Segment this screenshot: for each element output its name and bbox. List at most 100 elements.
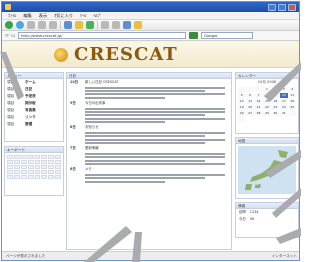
calendar-day[interactable]: 24 [280,105,288,110]
keyboard-key[interactable] [48,165,55,169]
keyboard-key[interactable] [55,155,61,159]
keyboard-key[interactable] [13,160,20,164]
calendar-day[interactable]: 21 [254,105,263,110]
messenger-icon[interactable] [134,21,142,29]
address-input[interactable]: http://www.crescat.jp/ [18,32,186,39]
list-item[interactable]: 項目 掲示板 [5,100,63,107]
close-button[interactable] [288,3,296,11]
keyboard-key[interactable] [34,155,41,159]
keyboard-key[interactable] [20,155,27,159]
keyboard-key[interactable] [55,170,61,174]
map-image[interactable] [238,146,296,194]
calendar-day[interactable]: 11 [288,93,296,98]
history-icon[interactable] [86,21,94,29]
menu-tools[interactable]: ﾂｰﾙ [80,13,86,19]
keyboard-key[interactable] [13,170,20,174]
calendar-day[interactable]: 9 [271,93,280,98]
list-item[interactable]: 項目 予定表 [5,93,63,100]
print-icon[interactable] [112,21,120,29]
keyboard-key[interactable] [34,170,41,174]
maximize-button[interactable] [278,3,286,11]
list-item[interactable]: 項目 写真集 [5,107,63,114]
keyboard-key[interactable] [48,160,55,164]
diary-entry[interactable]: 7日 更新情報 [67,145,231,152]
keyboard-key[interactable] [55,165,61,169]
back-button-icon[interactable] [5,21,13,29]
list-item[interactable]: 項目 管理 [5,121,63,128]
calendar-day[interactable]: 28 [254,111,263,116]
keyboard-key[interactable] [41,160,48,164]
keyboard-key[interactable] [13,175,20,179]
stop-icon[interactable] [27,21,35,29]
calendar-day[interactable]: 8 [263,93,271,98]
keyboard-key[interactable] [55,175,61,179]
calendar-day[interactable]: 12 [238,99,246,104]
keyboard-key[interactable] [27,155,34,159]
diary-entry[interactable]: 6日 メモ [67,166,231,173]
minimize-button[interactable] [268,3,276,11]
calendar-day[interactable]: 13 [246,99,254,104]
menu-file[interactable]: ﾌｧｲﾙ [8,13,16,19]
keyboard-key[interactable] [34,165,41,169]
keyboard-key[interactable] [41,165,48,169]
calendar-day[interactable]: 3 [280,87,288,92]
calendar-day[interactable]: 14 [254,99,263,104]
keyboard-key[interactable] [34,160,41,164]
keyboard-key[interactable] [7,160,13,164]
calendar-day[interactable]: 18 [288,99,296,104]
keyboard-key[interactable] [41,170,48,174]
calendar-day[interactable]: 26 [238,111,246,116]
keyboard-key[interactable] [48,175,55,179]
keyboard-key[interactable] [48,155,55,159]
keyboard-key[interactable] [20,165,27,169]
calendar-day[interactable]: 16 [271,99,280,104]
diary-entry[interactable]: 9日 今日の出来事 [67,100,231,107]
calendar-day[interactable]: 4 [288,87,296,92]
keyboard-key[interactable] [55,160,61,164]
calendar-day[interactable]: 19 [238,105,246,110]
calendar-day[interactable]: 25 [288,105,296,110]
keyboard-key[interactable] [27,165,34,169]
diary-entry[interactable]: 8日 お知らせ [67,124,231,131]
menu-view[interactable]: 表示 [39,13,47,19]
calendar-day[interactable]: 15 [263,99,271,104]
menu-favorites[interactable]: ｵ気に入り [54,13,73,19]
calendar-day[interactable]: 17 [280,99,288,104]
calendar-day[interactable]: 5 [238,93,246,98]
list-item[interactable]: 項目 リンク [5,114,63,121]
diary-entry[interactable]: 10日 新しい日記 CRESCAT [67,79,231,86]
calendar-day[interactable]: 1 [263,87,271,92]
search-input[interactable]: Google [201,32,253,39]
calendar-day[interactable]: 22 [263,105,271,110]
list-item[interactable]: 項目 ホーム [5,79,63,86]
keyboard-key[interactable] [20,170,27,174]
menu-edit[interactable]: 編集 [23,13,31,19]
refresh-icon[interactable] [38,21,46,29]
mail-icon[interactable] [101,21,109,29]
keyboard-key[interactable] [27,170,34,174]
calendar-day[interactable]: 7 [254,93,263,98]
keyboard-key[interactable] [7,175,13,179]
keyboard-key[interactable] [41,175,48,179]
calendar-day[interactable]: 20 [246,105,254,110]
keyboard-key[interactable] [13,155,20,159]
site-logo[interactable]: CRESCAT [74,44,178,65]
calendar-day[interactable]: 10 [280,93,288,98]
keyboard-key[interactable] [48,170,55,174]
keyboard-key[interactable] [7,155,13,159]
keyboard-key[interactable] [7,170,13,174]
list-item[interactable]: 項目 日記 [5,86,63,93]
calendar-day[interactable]: 30 [271,111,280,116]
menu-help[interactable]: ﾍﾙﾌﾟ [93,13,101,19]
go-button[interactable] [189,32,198,39]
calendar-day[interactable]: 6 [246,93,254,98]
edit-icon[interactable] [123,21,131,29]
favorites-icon[interactable] [75,21,83,29]
calendar-day[interactable]: 27 [246,111,254,116]
calendar-day[interactable]: 29 [263,111,271,116]
keyboard-key[interactable] [34,175,41,179]
keyboard-key[interactable] [20,175,27,179]
calendar-day[interactable]: 2 [271,87,280,92]
search-icon[interactable] [64,21,72,29]
calendar-day[interactable]: 31 [280,111,288,116]
